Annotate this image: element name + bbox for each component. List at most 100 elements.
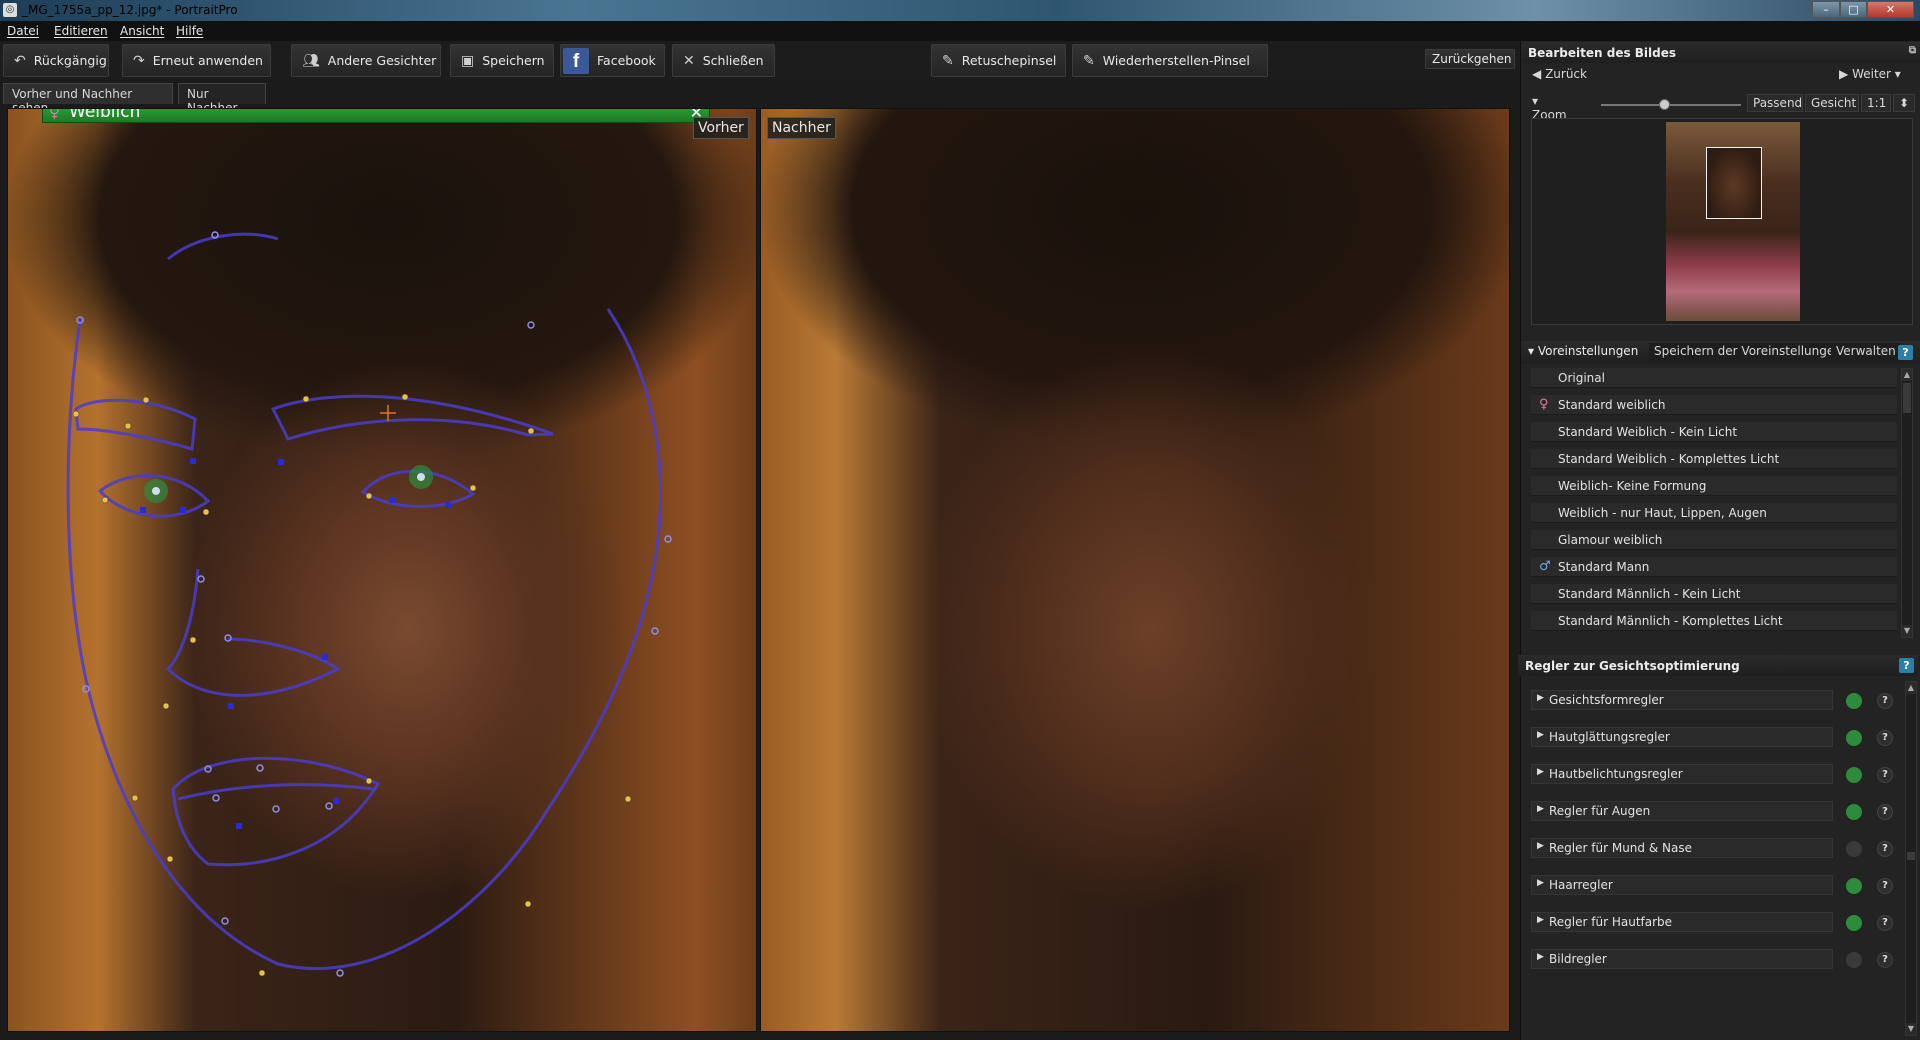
prev-image-button[interactable]: ◀ Zurück — [1527, 66, 1597, 84]
preset-item[interactable]: Glamour weiblich — [1531, 530, 1897, 550]
minimize-button[interactable]: – — [1812, 1, 1840, 18]
menu-datei[interactable]: Datei — [7, 24, 39, 38]
control-group-toggle[interactable]: ▶ Hautglättungsregler — [1531, 727, 1833, 747]
scrollbar-thumb[interactable] — [1907, 852, 1915, 860]
zoom-slider[interactable] — [1601, 99, 1741, 110]
undo-icon: ↶ — [14, 52, 26, 69]
help-icon[interactable]: ? — [1877, 693, 1893, 709]
control-group-toggle[interactable]: ▶ Regler für Mund & Nase — [1531, 838, 1833, 858]
triangle-down-icon: ▾ — [1532, 94, 1539, 108]
controls-scrollbar[interactable]: ▲ ▼ — [1905, 681, 1917, 1036]
restore-brush-button[interactable]: ✎ Wiederherstellen-Pinsel — [1072, 44, 1268, 77]
facebook-button[interactable]: f Facebook — [560, 44, 665, 77]
control-group: ▶ Hautbelichtungsregler? — [1531, 760, 1893, 790]
enable-toggle[interactable] — [1846, 915, 1862, 931]
control-group-toggle[interactable]: ▶ Gesichtsformregler — [1531, 690, 1833, 710]
enable-toggle[interactable] — [1846, 730, 1862, 746]
gender-banner[interactable]: ♀ Weiblich ✕ — [42, 109, 710, 123]
enable-toggle[interactable] — [1846, 804, 1862, 820]
control-group-label: Regler für Hautfarbe — [1549, 915, 1673, 929]
close-icon: ✕ — [683, 52, 695, 69]
control-group: ▶ Hautglättungsregler? — [1531, 723, 1893, 753]
save-presets-button[interactable]: Speichern der Voreinstellungen — [1649, 343, 1847, 361]
preset-item[interactable]: Weiblich- Keine Formung — [1531, 476, 1897, 496]
help-icon[interactable]: ? — [1877, 878, 1893, 894]
zoom-fit-button[interactable]: Passend — [1747, 94, 1803, 112]
control-group-toggle[interactable]: ▶ Bildregler — [1531, 949, 1833, 969]
after-image-pane[interactable]: Nachher — [760, 108, 1510, 1032]
facebook-icon: f — [563, 47, 589, 74]
preset-item[interactable]: Standard Weiblich - Kein Licht — [1531, 422, 1897, 442]
zoom-slider-knob[interactable] — [1659, 99, 1670, 110]
control-group-toggle[interactable]: ▶ Haarregler — [1531, 875, 1833, 895]
save-button[interactable]: ▣ Speichern — [450, 44, 554, 77]
help-icon[interactable]: ? — [1877, 767, 1893, 783]
redo-button[interactable]: ↷ Erneut anwenden — [122, 44, 271, 77]
enable-toggle[interactable] — [1846, 693, 1862, 709]
enable-toggle[interactable] — [1846, 841, 1862, 857]
control-group-toggle[interactable]: ▶ Hautbelichtungsregler — [1531, 764, 1833, 784]
zoom-face-button[interactable]: Gesicht — [1805, 94, 1859, 112]
enable-toggle[interactable] — [1846, 767, 1862, 783]
navigator-thumbnail[interactable] — [1531, 118, 1913, 325]
preset-item[interactable]: Standard Weiblich - Komplettes Licht — [1531, 449, 1897, 469]
preset-item[interactable]: Standard Männlich - Kein Licht — [1531, 584, 1897, 604]
face-contour-line — [66, 308, 663, 971]
faces-icon: 👥︎ — [302, 52, 320, 69]
enable-toggle[interactable] — [1846, 878, 1862, 894]
tab-after-only[interactable]: Nur Nachher — [178, 83, 266, 115]
face-outline-overlay[interactable] — [8, 109, 757, 1032]
menu-editieren[interactable]: Editieren — [54, 24, 108, 38]
menu-ansicht[interactable]: Ansicht — [120, 24, 164, 38]
preset-label: Standard Männlich - Komplettes Licht — [1558, 614, 1783, 628]
preset-item[interactable]: Weiblich - nur Haut, Lippen, Augen — [1531, 503, 1897, 523]
preset-label: Standard Weiblich - Kein Licht — [1558, 425, 1738, 439]
other-faces-button[interactable]: 👥︎ Andere Gesichter — [291, 44, 441, 77]
preset-item[interactable]: ♀ Standard weiblich — [1531, 395, 1897, 415]
scroll-up-icon[interactable]: ▲ — [1906, 682, 1916, 694]
control-group-label: Hautbelichtungsregler — [1549, 767, 1683, 781]
preset-item[interactable]: Original — [1531, 368, 1897, 388]
after-photo — [761, 109, 1509, 1031]
retouch-brush-button[interactable]: ✎ Retuschepinsel — [931, 44, 1066, 77]
preset-item[interactable]: ♂ Standard Mann — [1531, 557, 1897, 577]
control-group: ▶ Bildregler? — [1531, 945, 1893, 975]
preset-item[interactable]: Standard Männlich - Komplettes Licht — [1531, 611, 1897, 631]
scroll-up-icon[interactable]: ▲ — [1902, 369, 1912, 381]
zoom-menu-icon[interactable]: ⬍ — [1893, 94, 1915, 112]
scroll-down-icon[interactable]: ▼ — [1902, 625, 1912, 637]
brush-plus-icon: ✎ — [942, 52, 954, 69]
help-icon[interactable]: ? — [1877, 730, 1893, 746]
zoom-toggle[interactable]: ▾ Zoom — [1527, 93, 1581, 122]
left-eyebrow-line — [74, 398, 197, 451]
close-image-button[interactable]: ✕ Schließen — [672, 44, 775, 77]
help-icon[interactable]: ? — [1899, 658, 1914, 673]
presets-toggle[interactable]: ▾ Voreinstellungen — [1528, 344, 1638, 358]
preset-label: Weiblich - nur Haut, Lippen, Augen — [1558, 506, 1767, 520]
zoom-1to1-button[interactable]: 1:1 — [1861, 94, 1891, 112]
preset-scrollbar[interactable]: ▲ ▼ — [1901, 368, 1913, 638]
close-window-button[interactable]: ✕ — [1867, 1, 1914, 18]
back-button[interactable]: Zurückgehen — [1425, 49, 1515, 69]
scroll-down-icon[interactable]: ▼ — [1906, 1023, 1916, 1035]
help-icon[interactable]: ? — [1877, 915, 1893, 931]
enable-toggle[interactable] — [1846, 952, 1862, 968]
control-group-label: Regler für Mund & Nase — [1549, 841, 1692, 855]
help-icon[interactable]: ? — [1877, 804, 1893, 820]
scrollbar-thumb[interactable] — [1903, 383, 1911, 413]
next-image-button[interactable]: ▶ Weiter ▾ — [1834, 66, 1914, 84]
control-group-toggle[interactable]: ▶ Regler für Augen — [1531, 801, 1833, 821]
view-rectangle[interactable] — [1706, 147, 1762, 219]
help-icon[interactable]: ? — [1877, 841, 1893, 857]
maximize-button[interactable]: □ — [1840, 1, 1867, 18]
menu-hilfe[interactable]: Hilfe — [176, 24, 203, 38]
before-image-pane[interactable]: ♀ Weiblich ✕ Vorher — [7, 108, 757, 1032]
undock-icon[interactable]: ⧉ — [1909, 45, 1916, 56]
tab-before-after[interactable]: Vorher und Nachher sehen — [3, 83, 173, 115]
manage-presets-button[interactable]: Verwalten — [1831, 343, 1901, 361]
control-group-toggle[interactable]: ▶ Regler für Hautfarbe — [1531, 912, 1833, 932]
help-icon[interactable]: ? — [1898, 345, 1913, 360]
undo-button[interactable]: ↶ Rückgängig — [3, 44, 109, 77]
help-icon[interactable]: ? — [1877, 952, 1893, 968]
controls-header: Regler zur Gesichtsoptimierung ? — [1518, 655, 1918, 676]
